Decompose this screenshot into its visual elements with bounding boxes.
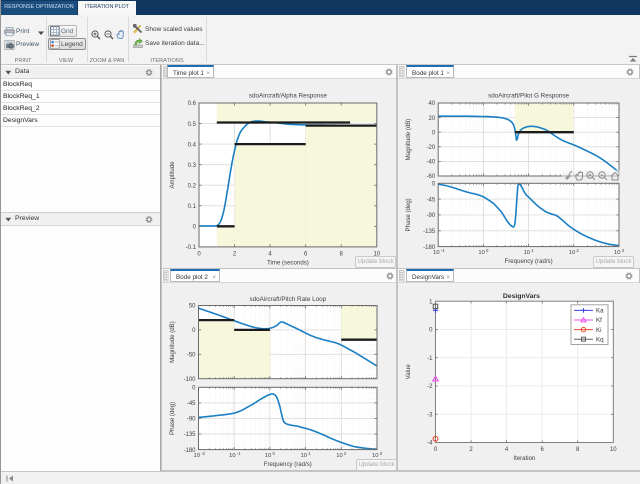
svg-text:0.3: 0.3: [188, 163, 197, 169]
svg-text:-4: -4: [427, 441, 433, 447]
svg-text:Phase (deg): Phase (deg): [169, 402, 176, 435]
svg-text:0.6: 0.6: [188, 101, 197, 107]
svg-text:-3: -3: [427, 412, 433, 418]
svg-text:-135: -135: [183, 432, 196, 438]
svg-text:-1: -1: [441, 248, 445, 253]
svg-text:20: 20: [429, 116, 436, 122]
svg-text:10: 10: [336, 453, 342, 459]
svg-text:0.2: 0.2: [188, 183, 197, 189]
svg-text:0.1: 0.1: [188, 204, 197, 210]
svg-text:10: 10: [193, 453, 199, 459]
svg-text:-1: -1: [427, 356, 433, 362]
svg-text:10: 10: [524, 250, 530, 256]
svg-text:-40: -40: [427, 160, 436, 166]
svg-text:10: 10: [229, 453, 235, 459]
svg-text:-45: -45: [187, 401, 196, 407]
svg-text:50: 50: [189, 304, 196, 310]
svg-text:-20: -20: [427, 145, 436, 151]
svg-text:Magnitude (dB): Magnitude (dB): [405, 119, 412, 161]
svg-text:-60: -60: [427, 174, 436, 180]
svg-text:-100: -100: [183, 377, 196, 383]
svg-text:Phase (deg): Phase (deg): [405, 198, 412, 231]
svg-text:-2: -2: [201, 451, 205, 456]
svg-text:Frequency (rad/s): Frequency (rad/s): [264, 461, 312, 468]
svg-text:-50: -50: [187, 353, 196, 359]
svg-text:Frequency (rad/s): Frequency (rad/s): [505, 258, 553, 265]
svg-text:40: 40: [429, 101, 436, 107]
svg-text:Iteration: Iteration: [513, 455, 535, 462]
svg-text:-90: -90: [427, 213, 436, 219]
svg-text:10: 10: [265, 453, 271, 459]
svg-text:Kq: Kq: [596, 336, 604, 343]
svg-text:sdoAircraft/Alpha Response: sdoAircraft/Alpha Response: [249, 93, 328, 100]
svg-text:Time (seconds): Time (seconds): [267, 259, 309, 266]
svg-text:10: 10: [610, 447, 617, 453]
svg-text:0.4: 0.4: [188, 142, 197, 148]
svg-text:-90: -90: [187, 417, 196, 423]
svg-text:-1: -1: [237, 451, 241, 456]
svg-text:-45: -45: [427, 197, 436, 203]
svg-text:Amplitude: Amplitude: [169, 161, 176, 189]
svg-text:sdoAircraft/Pilot G Response: sdoAircraft/Pilot G Response: [488, 93, 569, 100]
svg-text:Magnitude (dB): Magnitude (dB): [169, 321, 176, 363]
svg-text:0.5: 0.5: [188, 122, 197, 128]
svg-text:10: 10: [433, 250, 439, 256]
svg-text:-2: -2: [427, 384, 433, 390]
svg-text:10: 10: [301, 453, 307, 459]
svg-text:DesignVars: DesignVars: [503, 293, 540, 300]
svg-text:10: 10: [478, 250, 484, 256]
svg-text:-135: -135: [423, 229, 436, 235]
svg-text:sdoAircraft/Pitch Rate Loop: sdoAircraft/Pitch Rate Loop: [249, 296, 326, 303]
svg-text:Value: Value: [405, 364, 412, 380]
svg-text:-0.1: -0.1: [186, 245, 197, 251]
svg-text:Ka: Ka: [596, 308, 604, 315]
svg-text:Ki: Ki: [596, 327, 602, 334]
svg-text:Kf: Kf: [596, 317, 602, 324]
svg-text:10: 10: [569, 250, 575, 256]
